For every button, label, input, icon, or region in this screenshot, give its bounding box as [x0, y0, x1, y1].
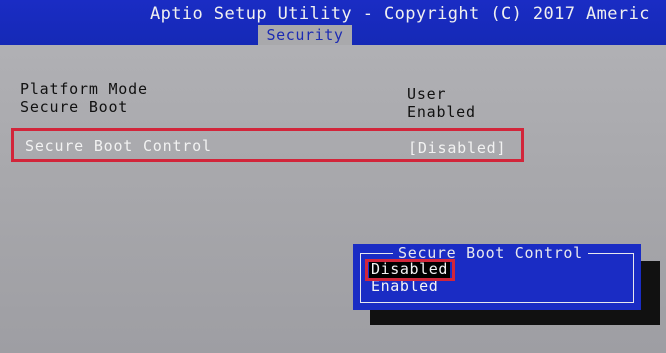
secure-boot-label: Secure Boot — [20, 98, 129, 116]
secure-boot-control-highlight — [11, 128, 524, 162]
platform-mode-value: User — [407, 85, 447, 103]
app-title: Aptio Setup Utility - Copyright (C) 2017… — [150, 4, 650, 24]
bios-setup-screen: Aptio Setup Utility - Copyright (C) 2017… — [0, 0, 666, 353]
platform-mode-label: Platform Mode — [20, 80, 148, 98]
tab-security[interactable]: Security — [258, 25, 352, 45]
secure-boot-control-popup: Secure Boot Control Disabled Enabled — [353, 244, 641, 310]
secure-boot-value: Enabled — [407, 103, 476, 121]
option-disabled-highlight — [365, 259, 455, 281]
title-bar: Aptio Setup Utility - Copyright (C) 2017… — [0, 0, 666, 45]
